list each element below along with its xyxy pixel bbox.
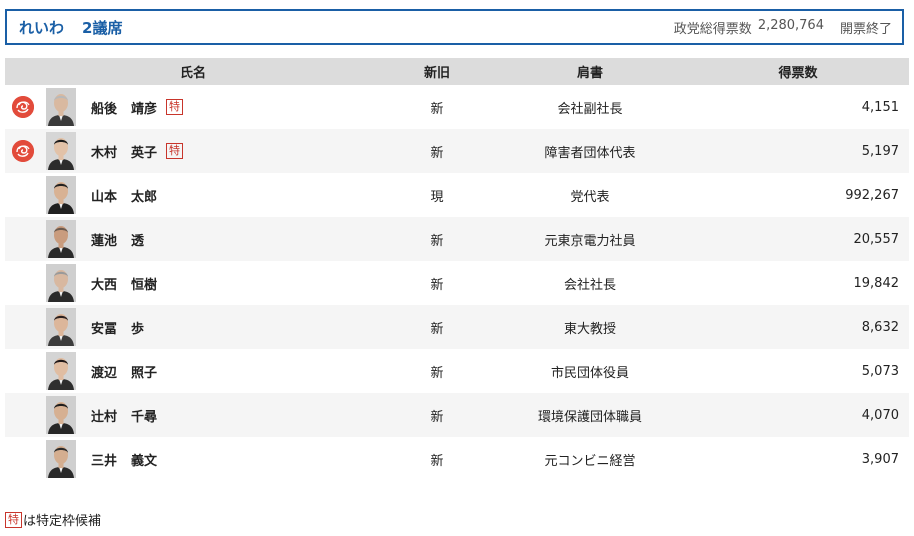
candidate-photo — [46, 440, 76, 478]
candidate-status: 新 — [430, 409, 444, 425]
party-header: れいわ 2議席 政党総得票数 2,280,764 開票終了 — [5, 9, 904, 45]
candidate-title: 元東京電力社員 — [544, 233, 636, 249]
table-row: 大西 恒樹 新 会社社長 19,842 — [5, 261, 909, 305]
table-row: 山本 太郎 現 党代表 992,267 — [5, 173, 909, 217]
toku-badge: 特 — [166, 143, 184, 159]
candidate-title: 党代表 — [570, 189, 610, 205]
rose-elected-icon — [12, 140, 34, 162]
party-name: れいわ — [19, 18, 65, 37]
candidate-votes: 992,267 — [845, 187, 899, 203]
candidate-name: 木村 英子特 — [81, 142, 381, 161]
rose-elected-icon — [12, 96, 34, 118]
candidate-name: 安冨歩 — [81, 318, 381, 337]
table-row: 船後 靖彦特 新 会社副社長 4,151 — [5, 85, 909, 129]
count-status: 開票終了 — [839, 21, 892, 37]
table-row: 安冨歩 新 東大教授 8,632 — [5, 305, 909, 349]
toku-badge: 特 — [5, 511, 22, 528]
candidate-status: 新 — [430, 277, 444, 293]
party-seats: 2議席 — [82, 18, 123, 37]
candidate-status: 現 — [430, 189, 444, 205]
candidate-votes: 5,073 — [861, 363, 899, 379]
family-name: 渡辺 — [91, 365, 118, 381]
given-name: 歩 — [131, 321, 145, 337]
candidate-title: 会社社長 — [563, 277, 616, 293]
given-name: 太郎 — [131, 189, 158, 205]
candidate-status: 新 — [430, 233, 444, 249]
table-header-row: 氏名 新旧 肩書 得票数 — [5, 58, 909, 85]
candidate-votes: 3,907 — [861, 451, 899, 467]
family-name: 辻村 — [91, 409, 118, 425]
candidate-votes: 4,151 — [861, 99, 899, 115]
candidate-status: 新 — [430, 145, 444, 161]
candidate-title: 障害者団体代表 — [544, 145, 636, 161]
given-name: 英子 — [131, 145, 158, 161]
col-header-votes: 得票数 — [687, 58, 909, 85]
candidate-photo — [46, 132, 76, 170]
candidate-name: 蓮池透 — [81, 230, 381, 249]
given-name: 透 — [131, 233, 145, 249]
family-name: 山本 — [91, 189, 118, 205]
family-name: 三井 — [91, 453, 118, 469]
total-votes-value: 2,280,764 — [757, 17, 824, 33]
given-name: 義文 — [131, 453, 158, 469]
col-header-status: 新旧 — [381, 58, 493, 85]
candidate-name: 船後 靖彦特 — [81, 98, 381, 117]
footnote: 特 は特定枠候補 — [5, 510, 101, 529]
candidate-votes: 19,842 — [853, 275, 900, 291]
candidate-photo — [46, 88, 76, 126]
candidate-photo — [46, 308, 76, 346]
candidate-photo — [46, 352, 76, 390]
candidate-title: 市民団体役員 — [550, 365, 629, 381]
footnote-text: は特定枠候補 — [23, 514, 102, 529]
candidate-status: 新 — [430, 453, 444, 469]
candidate-title: 環境保護団体職員 — [537, 409, 642, 425]
candidate-title: 会社副社長 — [557, 101, 623, 117]
candidate-name: 山本 太郎 — [81, 186, 381, 205]
candidate-votes: 20,557 — [853, 231, 900, 247]
family-name: 蓮池 — [91, 233, 118, 249]
candidate-status: 新 — [430, 321, 444, 337]
table-row: 渡辺 照子 新 市民団体役員 5,073 — [5, 349, 909, 393]
family-name: 船後 — [91, 101, 118, 117]
toku-badge: 特 — [166, 99, 184, 115]
family-name: 木村 — [91, 145, 118, 161]
table-row: 蓮池透 新 元東京電力社員 20,557 — [5, 217, 909, 261]
table-row: 木村 英子特 新 障害者団体代表 5,197 — [5, 129, 909, 173]
candidate-title: 元コンビニ経営 — [544, 453, 636, 469]
vote-summary: 政党総得票数 2,280,764 開票終了 — [674, 18, 892, 37]
table-row: 辻村 千尋 新 環境保護団体職員 4,070 — [5, 393, 909, 437]
total-votes-label: 政党総得票数 — [673, 21, 752, 37]
family-name: 安冨 — [91, 321, 118, 337]
given-name: 照子 — [131, 365, 158, 381]
table-row: 三井 義文 新 元コンビニ経営 3,907 — [5, 437, 909, 481]
candidate-photo — [46, 220, 76, 258]
candidate-photo — [46, 176, 76, 214]
party-title: れいわ 2議席 — [19, 17, 122, 38]
given-name: 千尋 — [131, 409, 158, 425]
family-name: 大西 — [91, 277, 118, 293]
candidate-votes: 5,197 — [861, 143, 899, 159]
candidate-status: 新 — [430, 101, 444, 117]
candidate-name: 渡辺 照子 — [81, 362, 381, 381]
candidate-votes: 4,070 — [861, 407, 899, 423]
candidate-title: 東大教授 — [563, 321, 616, 337]
candidate-votes: 8,632 — [861, 319, 899, 335]
candidate-name: 三井 義文 — [81, 450, 381, 469]
col-header-name: 氏名 — [5, 58, 381, 85]
given-name: 靖彦 — [131, 101, 158, 117]
col-header-title: 肩書 — [493, 58, 687, 85]
given-name: 恒樹 — [131, 277, 158, 293]
candidate-status: 新 — [430, 365, 444, 381]
candidate-photo — [46, 264, 76, 302]
candidate-table: 氏名 新旧 肩書 得票数 船後 靖彦特新会社副社長 4,151 木村 英子特新障害者団体… — [5, 58, 909, 481]
candidate-photo — [46, 396, 76, 434]
candidate-name: 辻村 千尋 — [81, 406, 381, 425]
candidate-name: 大西 恒樹 — [81, 274, 381, 293]
